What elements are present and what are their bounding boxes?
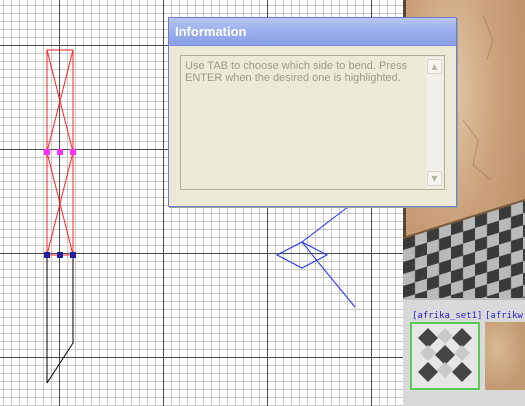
scroll-up-icon[interactable]: ▲ <box>427 59 442 74</box>
information-dialog: Information Use TAB to choose which side… <box>168 17 457 207</box>
texture-label: [afrika_set1] <box>412 311 483 321</box>
texture-label: [afrikw <box>485 311 523 321</box>
scroll-down-icon[interactable]: ▼ <box>427 171 442 186</box>
edge-handle[interactable] <box>44 149 50 155</box>
edge-handle[interactable] <box>57 149 63 155</box>
dialog-title: Information <box>175 24 247 39</box>
info-message-box[interactable]: Use TAB to choose which side to bend. Pr… <box>180 55 445 190</box>
vertex-handle[interactable] <box>44 252 50 258</box>
edge-handle[interactable] <box>70 149 76 155</box>
dialog-titlebar[interactable]: Information <box>169 18 456 46</box>
texture-thumbnail[interactable] <box>485 322 525 390</box>
diamond-tile-texture <box>412 324 478 388</box>
texture-thumbnail-selected[interactable] <box>410 322 480 390</box>
unselected-brush[interactable] <box>46 255 74 384</box>
texture-browser: [afrika_set1] [afrikw <box>403 298 525 406</box>
vertex-handle[interactable] <box>70 252 76 258</box>
camera-icon[interactable] <box>275 202 356 308</box>
vertex-handle[interactable] <box>57 252 63 258</box>
info-message-text: Use TAB to choose which side to bend. Pr… <box>185 60 408 84</box>
vertical-scrollbar[interactable]: ▲ ▼ <box>426 57 443 188</box>
